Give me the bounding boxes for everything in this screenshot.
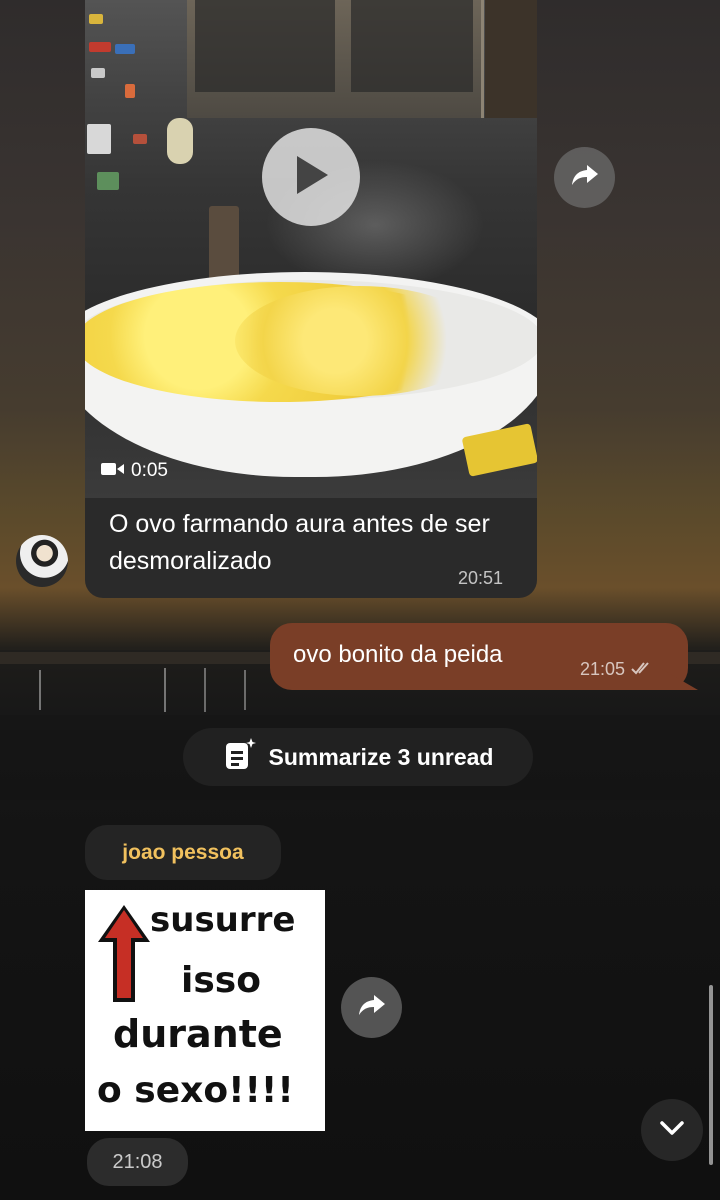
sender-name: joao pessoa [122, 840, 244, 864]
outgoing-message-meta: 21:05 [580, 659, 653, 680]
summarize-label: Summarize 3 unread [268, 743, 494, 770]
sticker-line-1: susurre [150, 900, 296, 940]
scroll-to-bottom-button[interactable] [641, 1099, 703, 1161]
forward-arrow-icon [571, 163, 599, 192]
red-up-arrow-icon [98, 905, 150, 1002]
video-duration: 0:05 [101, 460, 168, 482]
summary-document-icon [223, 737, 257, 777]
outgoing-message-time: 21:05 [580, 659, 626, 679]
chevron-down-icon [659, 1120, 685, 1141]
forward-button-video[interactable] [554, 147, 615, 208]
sticker-message-time: 21:08 [112, 1150, 163, 1173]
video-duration-text: 0:05 [131, 460, 168, 481]
video-camera-icon [101, 460, 125, 482]
video-thumbnail[interactable]: 0:05 [85, 0, 537, 498]
outgoing-message-bubble[interactable]: ovo bonito da peida 21:05 [270, 623, 688, 690]
sticker-line-2: isso [181, 960, 261, 1001]
outgoing-message-text: ovo bonito da peida [293, 641, 503, 668]
video-message-time: 20:51 [458, 568, 504, 588]
forward-arrow-icon [358, 993, 386, 1022]
forward-button-sticker[interactable] [341, 977, 402, 1038]
sticker-line-3: durante [113, 1012, 283, 1056]
sender-avatar[interactable] [16, 535, 68, 587]
sticker-image[interactable]: susurre isso durante o sexo!!!! [85, 890, 325, 1131]
video-message-bubble[interactable]: 0:05 O ovo farmando aura antes de ser de… [85, 0, 537, 598]
sender-name-pill[interactable]: joao pessoa [85, 825, 281, 880]
double-check-icon [631, 659, 653, 680]
scrollbar[interactable] [709, 985, 713, 1165]
sticker-message-time-pill: 21:08 [87, 1138, 188, 1186]
play-button[interactable] [262, 128, 360, 226]
sticker-line-4: o sexo!!!! [97, 1070, 294, 1111]
play-icon [291, 153, 331, 202]
summarize-unread-button[interactable]: Summarize 3 unread [183, 728, 533, 786]
